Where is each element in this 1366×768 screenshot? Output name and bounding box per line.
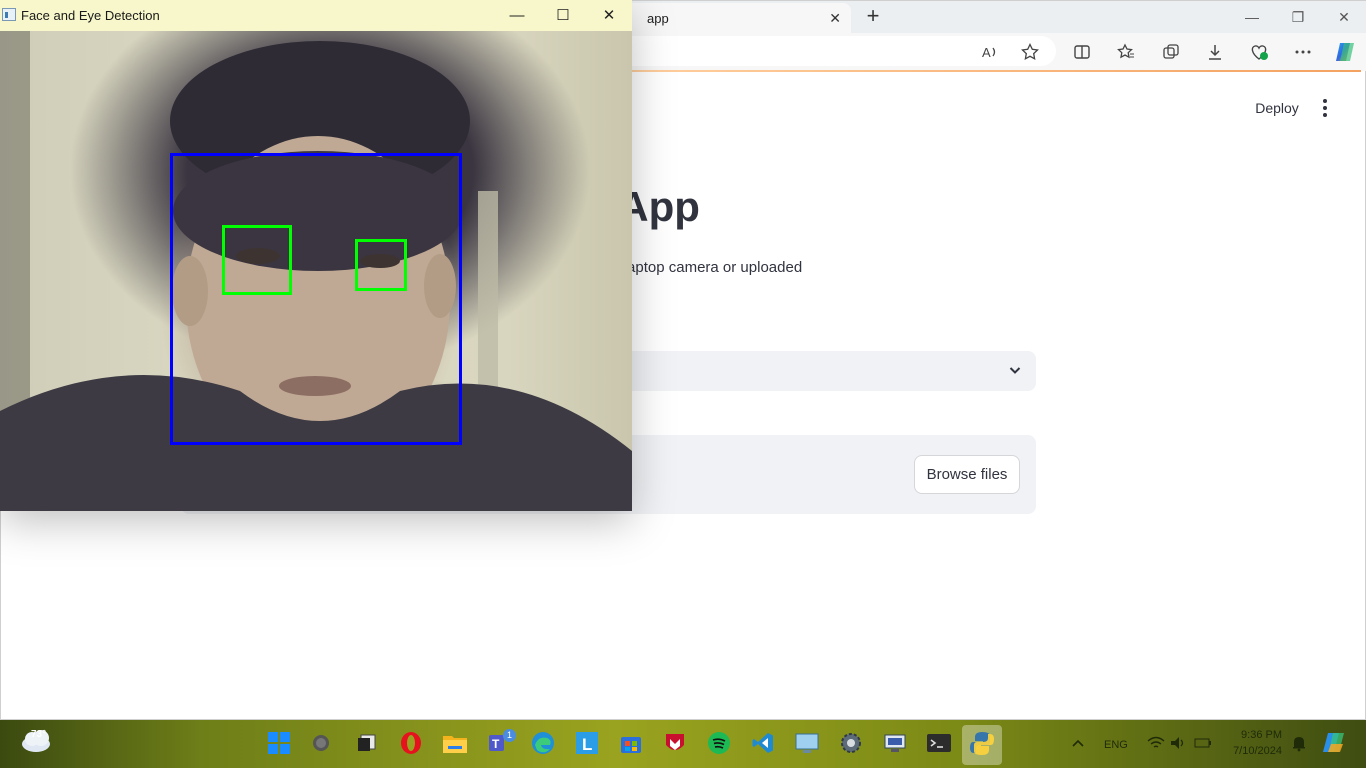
- more-options-icon[interactable]: [1292, 41, 1314, 63]
- remote-desktop-icon[interactable]: [793, 729, 821, 757]
- face-detection-box: [170, 153, 462, 445]
- settings-icon[interactable]: [837, 729, 865, 757]
- desktop: app ✕ + — ❐ ✕ A Deploy App laptop camera…: [0, 0, 1366, 768]
- eye-detection-box-left: [222, 225, 292, 295]
- camera-window-titlebar[interactable]: Face and Eye Detection — ☐ ✕: [0, 0, 632, 31]
- camera-maximize-button[interactable]: ☐: [540, 0, 586, 31]
- terminal-icon[interactable]: [925, 729, 953, 757]
- battery-icon[interactable]: [1193, 729, 1213, 757]
- browser-restore-button[interactable]: ❐: [1275, 1, 1321, 33]
- language-indicator[interactable]: ENG: [1104, 739, 1128, 751]
- edge-icon[interactable]: [529, 729, 557, 757]
- show-hidden-icons-chevron[interactable]: [1068, 729, 1088, 757]
- new-tab-button[interactable]: +: [861, 5, 885, 29]
- svg-text:L: L: [582, 735, 592, 754]
- task-view-icon[interactable]: [354, 729, 382, 757]
- weather-temperature: 73°: [31, 729, 47, 740]
- read-aloud-icon[interactable]: A: [979, 41, 1001, 63]
- notifications-bell-icon[interactable]: [1288, 729, 1310, 757]
- favorites-icon[interactable]: [1115, 41, 1137, 63]
- camera-feed: [0, 31, 632, 511]
- python-icon[interactable]: [968, 729, 996, 757]
- volume-icon[interactable]: [1168, 729, 1188, 757]
- wifi-icon[interactable]: [1146, 729, 1166, 757]
- app-menu-icon[interactable]: [1315, 96, 1335, 120]
- opera-icon[interactable]: [397, 729, 425, 757]
- tab-title: app: [647, 11, 669, 26]
- browser-close-button[interactable]: ✕: [1321, 1, 1366, 33]
- camera-window-title: Face and Eye Detection: [21, 8, 160, 23]
- search-icon[interactable]: [307, 729, 335, 757]
- clock-date[interactable]: 7/10/2024: [1226, 745, 1282, 757]
- l-app-icon[interactable]: L: [573, 729, 601, 757]
- camera-close-button[interactable]: ✕: [586, 0, 632, 31]
- favorite-star-icon[interactable]: [1019, 41, 1041, 63]
- browser-minimize-button[interactable]: —: [1229, 1, 1275, 33]
- spotify-icon[interactable]: [705, 729, 733, 757]
- tab-close-icon[interactable]: ✕: [829, 10, 841, 27]
- copilot-taskbar-icon[interactable]: [1320, 729, 1348, 757]
- camera-minimize-button[interactable]: —: [494, 0, 540, 31]
- window-app-icon: [2, 8, 16, 21]
- collections-icon[interactable]: [1160, 41, 1182, 63]
- chevron-down-icon: [1006, 361, 1024, 384]
- store-icon[interactable]: [617, 729, 645, 757]
- deploy-button[interactable]: Deploy: [1246, 96, 1308, 120]
- mcafee-icon[interactable]: [661, 729, 689, 757]
- tab-app[interactable]: app ✕: [621, 3, 851, 33]
- teams-notification-badge: 1: [503, 729, 516, 742]
- downloads-icon[interactable]: [1204, 41, 1226, 63]
- vscode-icon[interactable]: [749, 729, 777, 757]
- split-screen-icon[interactable]: [1071, 41, 1093, 63]
- file-explorer-icon[interactable]: [441, 729, 469, 757]
- svg-text:A: A: [982, 45, 991, 60]
- clock-time[interactable]: 9:36 PM: [1236, 729, 1282, 741]
- camera-window: Face and Eye Detection — ☐ ✕: [0, 0, 632, 511]
- eye-detection-box-right: [355, 239, 407, 291]
- copilot-icon[interactable]: [1333, 40, 1357, 64]
- start-icon[interactable]: [265, 729, 293, 757]
- network-app-icon[interactable]: [881, 729, 909, 757]
- browser-essentials-icon[interactable]: [1248, 41, 1270, 63]
- browse-files-button[interactable]: Browse files: [914, 455, 1020, 494]
- svg-text:T: T: [492, 737, 500, 751]
- page-load-progress: [621, 70, 1361, 72]
